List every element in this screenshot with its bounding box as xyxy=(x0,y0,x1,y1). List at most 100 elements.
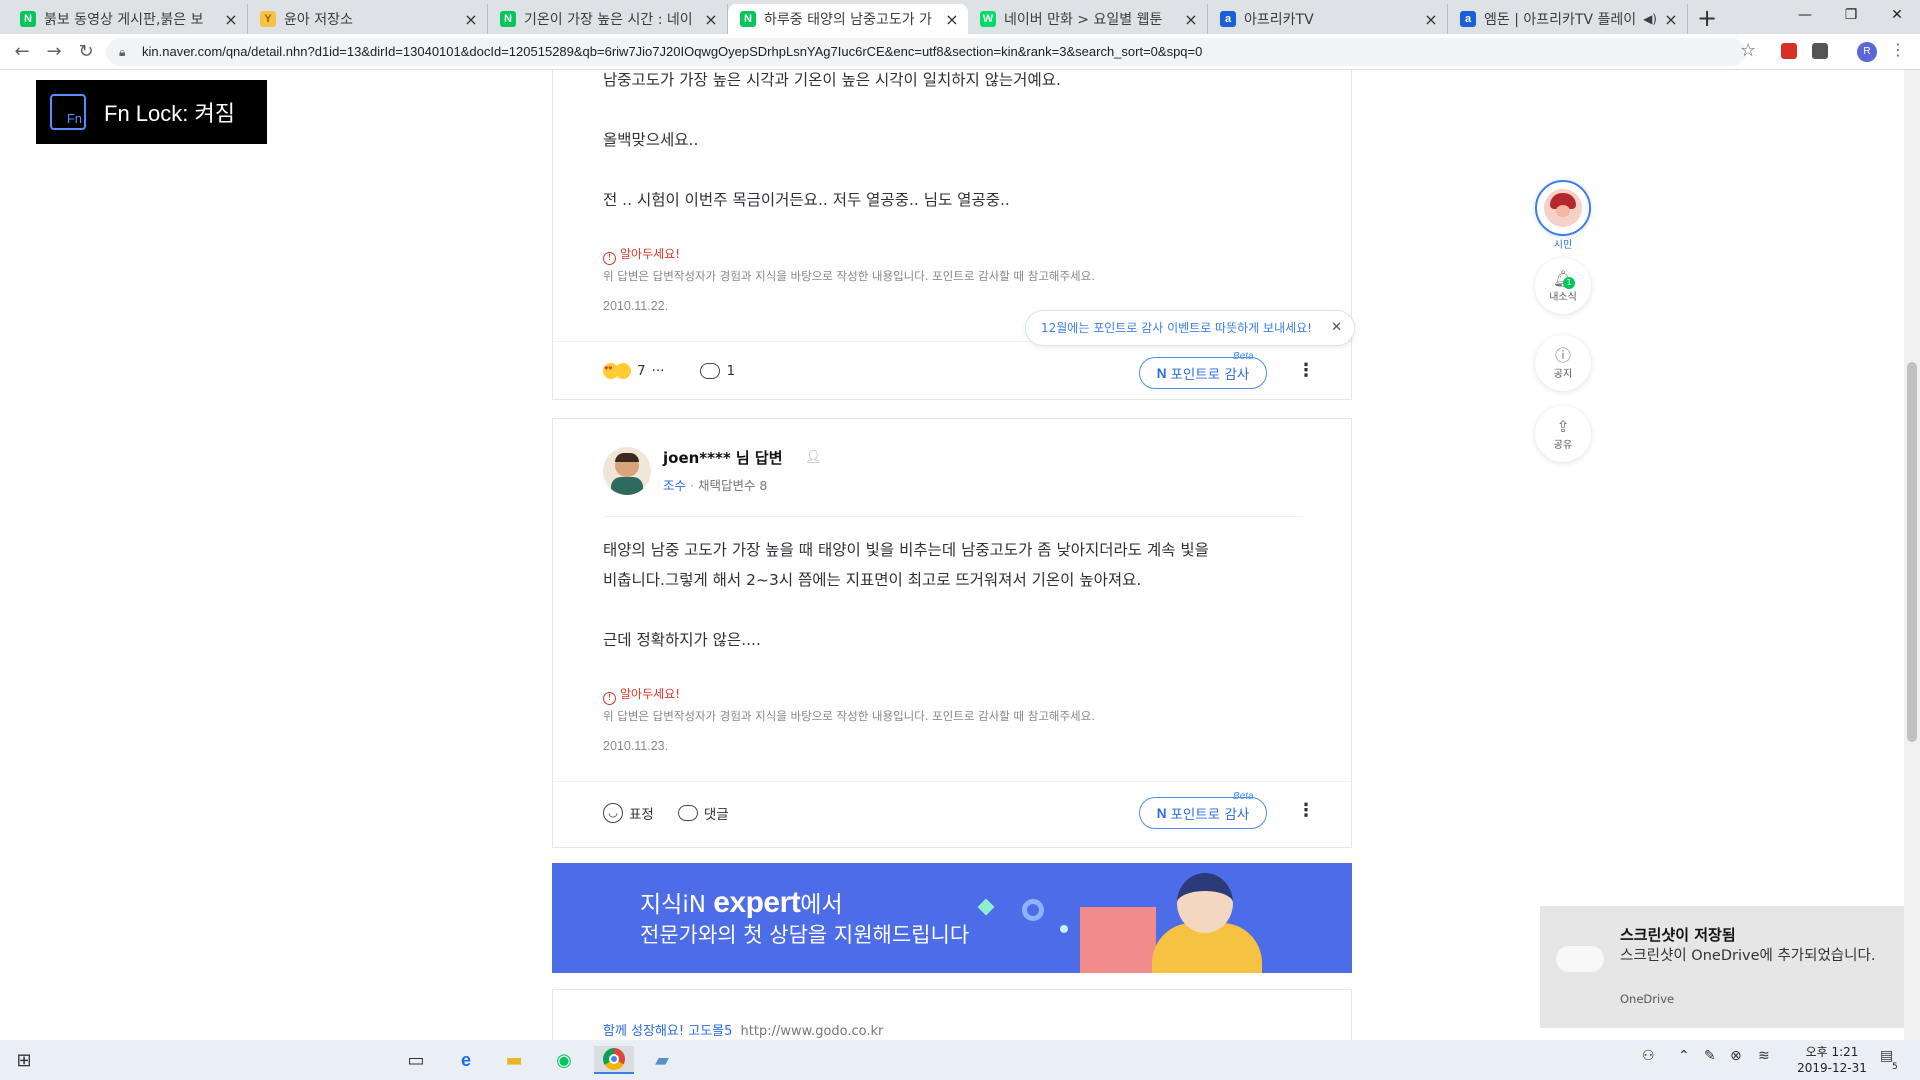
edge-icon[interactable]: e xyxy=(446,1046,486,1074)
file-explorer-icon[interactable]: ▬ xyxy=(494,1046,534,1074)
answer-author[interactable]: joen**** 님 답변 xyxy=(663,447,783,468)
comment-label[interactable]: 댓글 xyxy=(704,803,729,823)
smile-icon[interactable]: ◡ xyxy=(603,803,623,823)
gift-box-illustration xyxy=(1080,907,1156,973)
naver-n-icon: N xyxy=(1156,805,1167,821)
emoji-icon[interactable] xyxy=(615,363,631,379)
expert-banner[interactable]: 지식iN expert에서 전문가와의 첫 상담을 지원해드립니다 xyxy=(552,863,1352,973)
follow-user-icon[interactable]: 👤︎ xyxy=(805,450,822,465)
my-profile-button[interactable] xyxy=(1535,180,1591,236)
close-icon[interactable]: × xyxy=(1663,10,1679,29)
reaction-count: 7 xyxy=(637,363,646,379)
answer-text: 태양의 남중 고도가 가장 높을 때 태양이 빛을 비추는데 남중고도가 좀 낮… xyxy=(603,541,1209,559)
chrome-icon[interactable] xyxy=(594,1046,634,1074)
author-meta: 조수 · 채택답변수 8 xyxy=(663,478,768,493)
close-icon[interactable]: × xyxy=(223,10,239,29)
afreecatv-icon: a xyxy=(1220,11,1236,27)
bookmark-star-icon[interactable]: ☆ xyxy=(1740,40,1756,61)
adopted-count: 채택답변수 8 xyxy=(697,478,768,493)
clock[interactable]: 오후 1:21 2019-12-31 xyxy=(1792,1044,1872,1076)
app-icon[interactable]: ▰ xyxy=(642,1046,682,1074)
event-tooltip: 12월에는 포인트로 감사 이벤트로 따뜻하게 보내세요! ✕ xyxy=(1025,310,1355,346)
answer-card: 남중고도가 가장 높은 시각과 기온이 높은 시각이 일치하지 않는거예요. 올… xyxy=(552,70,1352,400)
close-window-button[interactable]: ✕ xyxy=(1874,0,1920,30)
answer-text: 근데 정확하지가 않은.... xyxy=(603,631,761,649)
answer-text: 남중고도가 가장 높은 시각과 기온이 높은 시각이 일치하지 않는거예요. xyxy=(603,71,1061,89)
close-icon[interactable]: ✕ xyxy=(1331,311,1342,345)
naver-webtoon-icon: W xyxy=(980,11,996,27)
naver-app-icon[interactable]: ◉ xyxy=(544,1046,584,1074)
taskbar: ⊞ ▭ e ▬ ◉ ▰ ⚇ ⌃ ✎ ⊗ ≋ 오후 1:21 2019-12-31… xyxy=(0,1040,1920,1080)
scrollbar-thumb[interactable] xyxy=(1907,362,1917,742)
new-tab-button[interactable]: + xyxy=(1692,4,1722,34)
naver-icon: N xyxy=(500,11,516,27)
pen-icon[interactable]: ✎ xyxy=(1704,1048,1716,1064)
notice-title: ! 알아두세요! xyxy=(603,685,680,705)
reaction-more[interactable]: ··· xyxy=(652,363,665,379)
notice-button[interactable]: ⓘ 공지 xyxy=(1535,335,1591,391)
notification-badge: 1 xyxy=(1563,277,1575,289)
browser-tab-active[interactable]: N 하루중 태양의 남중고도가 가 × xyxy=(728,4,968,34)
ad-url[interactable]: http://www.godo.co.kr xyxy=(741,1024,884,1039)
profile-avatar xyxy=(1544,189,1582,227)
tab-title: 윤아 저장소 xyxy=(284,12,353,28)
answer-text: 비춥니다.그렇게 해서 2~3시 쯤에는 지표면이 최고로 뜨거워져서 기온이 … xyxy=(603,571,1142,589)
address-bar[interactable]: 🔒︎ kin.naver.com/qna/detail.nhn?d1id=13&… xyxy=(106,38,1746,66)
wifi-icon[interactable]: ≋ xyxy=(1758,1048,1770,1064)
browser-toolbar: ← → ↻ 🔒︎ kin.naver.com/qna/detail.nhn?d1… xyxy=(0,34,1920,70)
ad-card: 함께 성장해요! 고도몰5 http://www.godo.co.kr xyxy=(552,989,1352,1040)
browser-tab[interactable]: a 아프리카TV × xyxy=(1208,4,1448,34)
author-rank[interactable]: 조수 xyxy=(663,478,686,493)
forward-button[interactable]: → xyxy=(42,40,66,64)
reaction-label[interactable]: 표정 xyxy=(629,803,654,823)
close-icon[interactable]: × xyxy=(1423,10,1439,29)
tab-title: 네이버 만화 > 요일별 웹툰 xyxy=(1004,12,1163,28)
info-icon: ⓘ xyxy=(1554,345,1571,365)
task-view-icon[interactable]: ▭ xyxy=(396,1046,436,1074)
people-icon[interactable]: ⚇ xyxy=(1642,1048,1655,1064)
browser-tab[interactable]: N 기온이 가장 높은 시간 : 네이 × xyxy=(488,4,728,34)
comment-icon[interactable] xyxy=(677,805,698,821)
close-icon[interactable]: × xyxy=(703,10,719,29)
extension-icon[interactable] xyxy=(1781,43,1797,59)
more-options-icon[interactable]: ⋮ xyxy=(1297,360,1315,381)
page-viewport: 남중고도가 가장 높은 시각과 기온이 높은 시각이 일치하지 않는거예요. 올… xyxy=(0,70,1904,1040)
answer-card: joen**** 님 답변 👤︎ 조수 · 채택답변수 8 태양의 남중 고도가… xyxy=(552,418,1352,848)
browser-tab[interactable]: Y 윤아 저장소 × xyxy=(248,4,488,34)
tab-title: 아프리카TV xyxy=(1244,12,1314,28)
alert-icon: ! xyxy=(603,692,616,705)
back-button[interactable]: ← xyxy=(10,40,34,64)
reload-button[interactable]: ↻ xyxy=(74,40,98,64)
profile-avatar[interactable]: R xyxy=(1857,42,1877,62)
point-label: 포인트로 감사 xyxy=(1170,807,1250,823)
share-button[interactable]: ⇪ 공유 xyxy=(1535,406,1591,462)
comment-icon[interactable] xyxy=(700,363,721,379)
clock-time: 오후 1:21 xyxy=(1805,1045,1859,1059)
close-icon[interactable]: × xyxy=(463,10,479,29)
no-network-icon[interactable]: ⊗ xyxy=(1730,1048,1742,1064)
onedrive-toast[interactable]: 스크린샷이 저장됨 스크린샷이 OneDrive에 추가되었습니다. OneDr… xyxy=(1540,906,1904,1028)
minimize-button[interactable]: — xyxy=(1782,0,1828,30)
scrollbar[interactable] xyxy=(1904,70,1920,1040)
browser-menu-icon[interactable]: ⋮ xyxy=(1890,40,1906,59)
extension-icon[interactable] xyxy=(1812,43,1828,59)
speaker-icon[interactable]: ◀) xyxy=(1643,12,1657,26)
restore-button[interactable]: ❐ xyxy=(1828,0,1874,30)
chevron-up-icon[interactable]: ⌃ xyxy=(1678,1048,1690,1064)
close-icon[interactable]: × xyxy=(1183,10,1199,29)
decoration-diamond xyxy=(977,898,995,916)
fn-key-icon: Fn xyxy=(50,94,86,130)
banner-headline: 지식iN expert에서 xyxy=(640,886,843,919)
tooltip-text: 12월에는 포인트로 감사 이벤트로 따뜻하게 보내세요! xyxy=(1041,321,1312,335)
browser-tab[interactable]: N 붉보 동영상 게시판,붉은 보 × xyxy=(8,4,248,34)
avatar[interactable] xyxy=(603,447,651,495)
more-options-icon[interactable]: ⋮ xyxy=(1297,800,1315,821)
cloud-icon xyxy=(1556,946,1604,972)
windows-start-icon[interactable]: ⊞ xyxy=(4,1046,44,1074)
browser-tab[interactable]: W 네이버 만화 > 요일별 웹툰 × xyxy=(968,4,1208,34)
ad-link[interactable]: 함께 성장해요! 고도몰5 xyxy=(603,1024,732,1039)
tab-title: 기온이 가장 높은 시간 : 네이 xyxy=(524,12,693,28)
close-icon[interactable]: × xyxy=(944,10,960,29)
toast-title: 스크린샷이 저장됨 xyxy=(1620,926,1736,944)
browser-tab[interactable]: a 엠돈 | 아프리카TV 플레이 ◀) × xyxy=(1448,4,1688,34)
